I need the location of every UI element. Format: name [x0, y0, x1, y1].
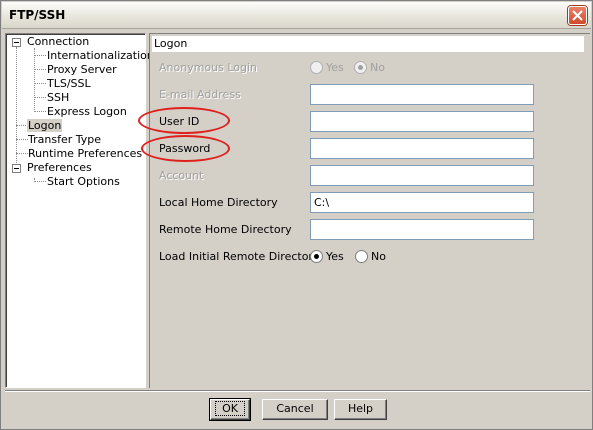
tree-line	[34, 97, 46, 98]
load-initial-no-radio[interactable]	[355, 250, 368, 263]
settings-tree[interactable]: Connection Internationalization Proxy Se…	[5, 33, 154, 388]
load-initial-no-label: No	[371, 250, 386, 263]
tree-item-proxy-server[interactable]: Proxy Server	[46, 63, 118, 77]
anonymous-yes-label: Yes	[326, 61, 344, 74]
tree-item-transfer-type[interactable]: Transfer Type	[27, 133, 102, 147]
email-field[interactable]	[310, 84, 534, 105]
tree-item-internationalization[interactable]: Internationalization	[46, 49, 155, 63]
tree-item-preferences[interactable]: Preferences	[26, 161, 93, 175]
tree-item-start-options[interactable]: Start Options	[46, 175, 121, 189]
load-initial-yes-label: Yes	[326, 250, 344, 263]
collapse-icon[interactable]	[12, 38, 21, 47]
close-button[interactable]	[568, 6, 587, 25]
user-id-field[interactable]	[310, 111, 534, 132]
local-home-label: Local Home Directory	[159, 196, 278, 209]
anonymous-no-label: No	[370, 61, 385, 74]
local-home-field[interactable]: C:\	[310, 192, 534, 213]
cancel-button[interactable]: Cancel	[262, 399, 328, 420]
remote-home-label: Remote Home Directory	[159, 223, 292, 236]
tree-line	[34, 83, 46, 84]
anonymous-login-label: Anonymous Login	[159, 61, 258, 74]
email-label: E-mail Address	[159, 88, 241, 101]
help-button[interactable]: Help	[334, 399, 387, 420]
anonymous-no-radio[interactable]	[354, 61, 367, 74]
account-label: Account	[159, 169, 204, 182]
tree-line	[34, 55, 46, 56]
tree-item-tls-ssl[interactable]: TLS/SSL	[46, 77, 92, 91]
ftp-ssh-dialog: FTP/SSH Connection Internationalization …	[0, 0, 593, 430]
tree-item-logon[interactable]: Logon	[27, 119, 63, 133]
password-label: Password	[159, 142, 211, 155]
tree-item-ssh[interactable]: SSH	[46, 91, 70, 105]
button-bar: OK Cancel Help	[5, 390, 590, 427]
user-id-label: User ID	[159, 115, 200, 128]
tree-item-runtime-preferences[interactable]: Runtime Preferences	[27, 147, 143, 161]
tree-line	[16, 47, 17, 173]
remote-home-field[interactable]	[310, 219, 534, 240]
tree-line	[34, 111, 46, 112]
collapse-icon[interactable]	[12, 164, 21, 173]
logon-panel: Logon Anonymous Login Yes No E-mail Addr…	[149, 33, 590, 388]
load-initial-label: Load Initial Remote Directory	[159, 250, 320, 263]
window-title: FTP/SSH	[9, 8, 66, 22]
tree-line	[34, 69, 46, 70]
load-initial-yes-radio[interactable]	[310, 250, 323, 263]
account-field[interactable]	[310, 165, 534, 186]
close-icon	[572, 10, 583, 21]
anonymous-yes-radio[interactable]	[310, 61, 323, 74]
ok-button[interactable]: OK	[209, 398, 251, 421]
tree-line	[34, 48, 35, 112]
panel-title: Logon	[152, 36, 584, 52]
tree-item-connection[interactable]: Connection	[26, 35, 90, 49]
title-bar: FTP/SSH	[2, 2, 591, 29]
tree-line	[34, 181, 46, 182]
tree-item-express-logon[interactable]: Express Logon	[46, 105, 128, 119]
password-field[interactable]	[310, 138, 534, 159]
